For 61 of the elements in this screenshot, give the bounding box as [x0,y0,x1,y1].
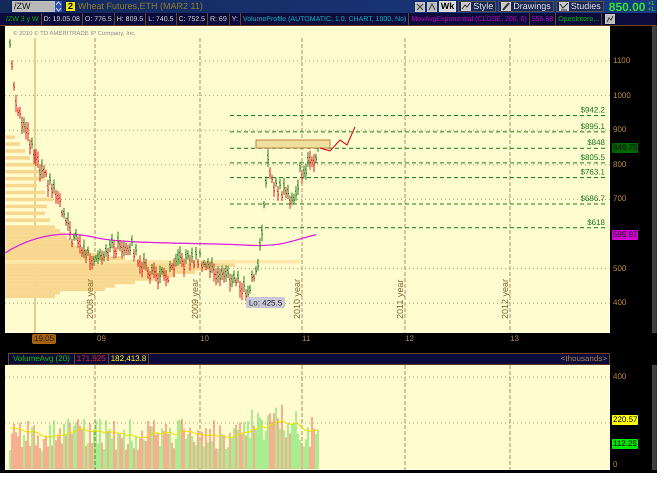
time-axis-label: 09 [97,335,106,343]
volume-axis-label: 400 [613,373,626,381]
study-title: VolumeAvg (20) [9,354,75,364]
cursor-date-badge: 19.05 [32,334,56,344]
year-label: 2012 year [500,278,510,319]
time-axis-label: 10 [200,335,209,343]
volume-axis-label: 0 [613,461,618,469]
toolbar-button[interactable]: Studies [556,1,604,12]
volume-profile-bar [5,156,30,160]
volume-badge: 220.57 [612,415,638,425]
instrument-description: Wheat Futures,ETH (MAR2 11) [78,2,203,11]
volume-profile-bar [5,190,45,194]
price-level-label: $805.5 [580,152,605,162]
price-axis-label: 700 [613,195,626,204]
symbol-field[interactable]: /ZW [12,1,62,12]
volume-average: 182,413.8 [108,354,150,364]
volume-profile-bar [5,135,15,139]
volume-badge: 112.25 [612,439,638,449]
volume-profile-bar [5,218,50,222]
dropdown-icon [55,1,62,12]
price-badge: 849.75 [612,142,638,153]
price-level-label: $763.1 [580,168,605,177]
price-level-label: $848 [587,138,605,148]
price-axis-label: 1000 [613,92,631,100]
year-label: 2008 year [85,278,95,319]
volume-profile-bar [5,149,25,153]
price-axis-label: 500 [613,264,626,273]
price-axis-label: 900 [613,126,626,134]
price-axis-label: 400 [613,299,626,308]
line-chart-icon [461,2,472,11]
volume-value: 171,925 [74,354,109,364]
volume-profile-bar [5,184,37,188]
volume-profile-bar [5,212,45,215]
units-label: <thousands> [560,354,608,364]
price-level-label: $895.1 [580,122,605,131]
year-label: 2009 year [190,278,200,319]
volume-profile-bar [5,142,20,146]
price-level-label: $618 [587,218,605,227]
time-axis-label: 11 [302,335,310,343]
year-label: 2010 year [292,278,302,319]
price-level-label: $686.7 [580,194,605,203]
volume-profile-bar [5,176,45,180]
volume-profile-bar [5,170,40,174]
volume-profile-bar [5,163,35,167]
time-axis-label: 13 [510,335,519,343]
toolbar-button[interactable]: Drawings [498,1,554,12]
price-axis-label: 1100 [613,57,630,65]
toolbar-button[interactable]: Wk [438,1,456,12]
year-label: 2011 year [395,280,405,319]
volume-profile-bar [5,198,53,202]
price-badge: 595.97 [612,230,638,240]
toolbar-button[interactable]: Style [458,1,496,12]
time-axis-label: 12 [405,335,414,343]
link-group-badge[interactable]: 2 [66,2,76,11]
volume-profile-bar [5,204,47,208]
price-level-label: $942.2 [580,106,605,115]
low-price-callout: Lo: 425.5 [246,297,285,308]
price-axis-label: 800 [613,160,626,169]
last-price: 850.00 [608,0,646,12]
pencil-icon [501,2,512,11]
chart-settings-icon[interactable] [605,14,616,24]
